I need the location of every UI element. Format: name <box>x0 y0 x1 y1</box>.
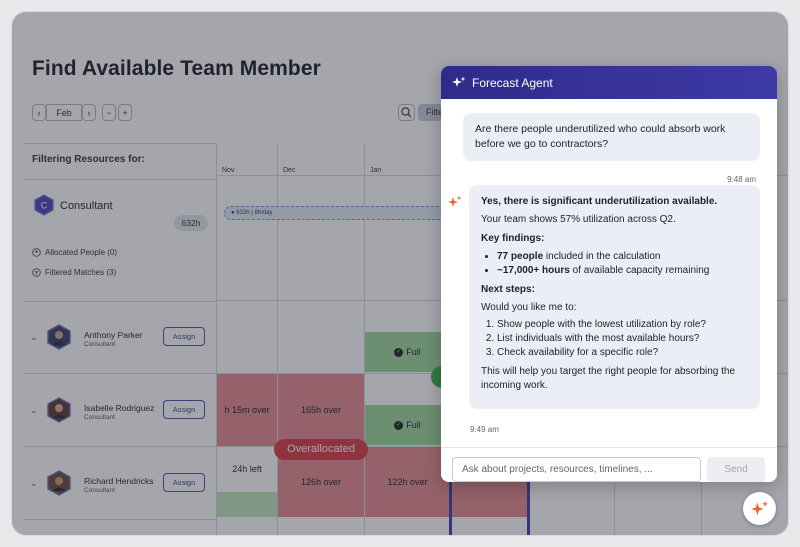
user-message: Are there people underutilized who could… <box>463 113 760 161</box>
chat-input-bar: Ask about projects, resources, timelines… <box>441 447 777 482</box>
send-button[interactable]: Send <box>707 457 765 482</box>
list-item: Show people with the lowest utilization … <box>497 318 748 332</box>
reply-heading: Yes, there is significant underutilizati… <box>481 196 718 207</box>
list-item: List individuals with the most available… <box>497 332 748 346</box>
chat-input[interactable]: Ask about projects, resources, timelines… <box>452 457 701 482</box>
sparkle-icon <box>750 500 768 515</box>
window-frame: Find Available Team Member ‹ Feb › − + F… <box>12 12 788 535</box>
next-heading: Next steps: <box>481 284 535 295</box>
steps-list: Show people with the lowest utilization … <box>481 318 748 360</box>
findings-heading: Key findings: <box>481 233 545 244</box>
agent-launcher-button[interactable] <box>743 492 776 525</box>
list-item: ~17,000+ hours of available capacity rem… <box>497 264 748 278</box>
list-item: 77 people included in the calculation <box>497 250 748 264</box>
message-timestamp: 9:49 am <box>470 425 499 434</box>
panel-title: Forecast Agent <box>472 75 553 90</box>
reply-closing: This will help you target the right peop… <box>481 366 736 391</box>
forecast-agent-panel: Forecast Agent Are there people underuti… <box>441 66 777 482</box>
message-timestamp: 9:48 am <box>727 175 756 184</box>
reply-intro: Your team shows 57% utilization across Q… <box>481 214 676 225</box>
sparkle-icon <box>452 76 466 87</box>
list-item: Check availability for a specific role? <box>497 346 748 360</box>
agent-message: Yes, there is significant underutilizati… <box>469 185 760 409</box>
findings-list: 77 people included in the calculation ~1… <box>481 250 748 278</box>
next-intro: Would you like me to: <box>481 302 577 313</box>
agent-sparkle-icon <box>448 195 462 207</box>
app-background: Find Available Team Member ‹ Feb › − + F… <box>12 12 788 535</box>
panel-header: Forecast Agent <box>441 66 777 99</box>
